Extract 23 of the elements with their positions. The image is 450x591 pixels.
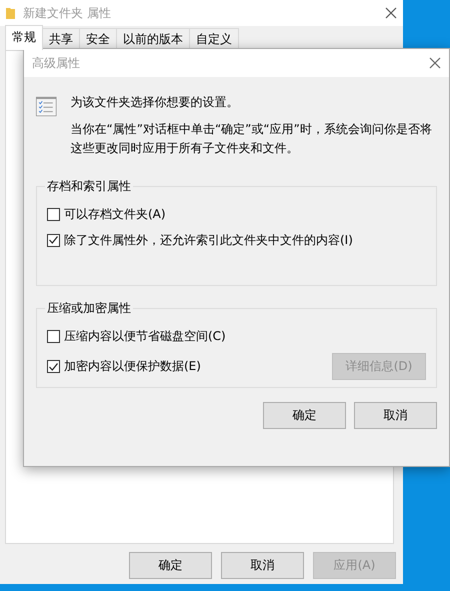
window-title: 新建文件夹 属性: [23, 4, 112, 22]
dialog-button[interactable]: 确定: [129, 552, 212, 579]
checkbox-option[interactable]: 除了文件属性外，还允许索引此文件夹中文件的内容(I): [47, 232, 353, 248]
folder-icon: [6, 7, 15, 19]
dialog-button[interactable]: 确定: [263, 402, 346, 429]
checkbox-option[interactable]: 加密内容以便保护数据(E): [47, 358, 201, 375]
checkbox-option[interactable]: 可以存档文件夹(A): [47, 206, 166, 222]
intro-text: 为该文件夹选择你想要的设置。: [70, 94, 240, 111]
dialog-title: 高级属性: [32, 54, 81, 72]
tab[interactable]: 自定义: [189, 28, 239, 50]
close-icon[interactable]: [429, 57, 441, 69]
close-icon[interactable]: [385, 7, 397, 19]
checkbox[interactable]: [47, 330, 60, 342]
checkbox[interactable]: [47, 208, 60, 220]
tab[interactable]: 常规: [5, 25, 43, 50]
dialog-button[interactable]: 取消: [221, 552, 304, 579]
description-text: 当你在“属性”对话框中单击“确定”或“应用”时，系统会询问你是否将这些更改同时应用于所有子文件夹和文件。: [70, 121, 433, 157]
checkbox-option[interactable]: 压缩内容以便节省磁盘空间(C): [47, 328, 226, 344]
dialog-button[interactable]: 取消: [354, 402, 437, 429]
checkbox[interactable]: [47, 234, 60, 246]
group-title: 存档和索引属性: [46, 178, 132, 195]
group-title: 压缩或加密属性: [46, 300, 132, 317]
checkbox[interactable]: [47, 360, 60, 373]
